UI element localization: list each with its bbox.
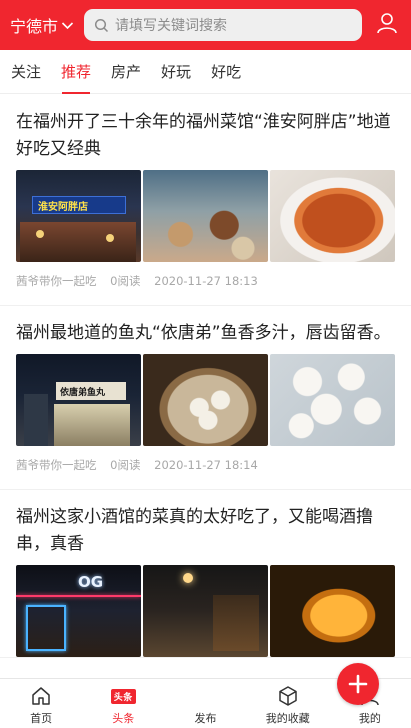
article-meta: 茜爷带你一起吃 0阅读 2020-11-27 18:14 [16, 446, 395, 489]
headlines-badge: 头条 [110, 688, 136, 704]
nav-headlines[interactable]: 头条 头条 [82, 679, 164, 728]
cube-icon [277, 684, 299, 708]
nav-home-label: 首页 [30, 712, 53, 725]
article-title[interactable]: 福州最地道的鱼丸“依唐弟”鱼香多汁，唇齿留香。 [16, 320, 395, 347]
search-placeholder: 请填写关键词搜索 [115, 18, 227, 34]
bar-neon-image[interactable]: OG [16, 565, 141, 657]
storefront-sign-text: 淮安阿胖店 [38, 202, 88, 213]
article-card[interactable]: 福州最地道的鱼丸“依唐弟”鱼香多汁，唇齿留香。 依唐弟鱼丸 茜爷带你一起吃 0阅… [0, 306, 411, 490]
fried-dish-image[interactable] [270, 170, 395, 262]
city-label: 宁德市 [10, 17, 59, 36]
article-feed: 在福州开了三十余年的福州菜馆“淮安阿胖店”地道好吃又经典 淮安阿胖店 茜爷带你一… [0, 95, 411, 678]
article-title[interactable]: 福州这家小酒馆的菜真的太好吃了，又能喝酒撸串，真香 [16, 504, 395, 558]
read-count: 0阅读 [110, 274, 141, 288]
fishball-bowl-image[interactable] [143, 354, 268, 446]
city-selector[interactable]: 宁德市 [0, 13, 84, 37]
bar-neon-sign: OG [78, 573, 104, 591]
fishball-shop-image[interactable]: 依唐弟鱼丸 [16, 354, 141, 446]
user-profile-button[interactable] [362, 0, 411, 50]
nav-publish-label: 发布 [194, 712, 217, 725]
article-thumbnails: 依唐弟鱼丸 [16, 354, 395, 446]
search-icon [94, 18, 109, 33]
publish-time: 2020-11-27 18:13 [154, 274, 258, 288]
article-thumbnails: OG [16, 565, 395, 657]
search-input[interactable]: 请填写关键词搜索 [84, 9, 362, 41]
headlines-icon: 头条 [110, 684, 136, 708]
nav-publish[interactable]: 发布 [164, 663, 380, 728]
tab-fun[interactable]: 好玩 [161, 50, 191, 94]
home-icon [30, 684, 52, 708]
dishes-table-image[interactable] [143, 170, 268, 262]
article-title[interactable]: 在福州开了三十余年的福州菜馆“淮安阿胖店”地道好吃又经典 [16, 109, 395, 163]
article-card[interactable]: 福州这家小酒馆的菜真的太好吃了，又能喝酒撸串，真香 OG [0, 490, 411, 658]
tab-real-estate[interactable]: 房产 [111, 50, 141, 94]
nav-favorites-label: 我的收藏 [265, 712, 310, 725]
top-header: 宁德市 请填写关键词搜索 [0, 0, 411, 50]
article-card[interactable]: 在福州开了三十余年的福州菜馆“淮安阿胖店”地道好吃又经典 淮安阿胖店 茜爷带你一… [0, 95, 411, 306]
bottom-navigation: 首页 头条 头条 发布 我的收藏 我的 [0, 663, 411, 728]
nav-mine-label: 我的 [358, 712, 381, 725]
tab-recommend[interactable]: 推荐 [61, 50, 91, 94]
lamp-image[interactable] [270, 565, 395, 657]
article-thumbnails: 淮安阿胖店 [16, 170, 395, 262]
nav-favorites[interactable]: 我的收藏 [247, 679, 329, 728]
nav-headlines-label: 头条 [112, 712, 135, 725]
restaurant-storefront-image[interactable]: 淮安阿胖店 [16, 170, 141, 262]
chevron-down-icon [61, 19, 74, 32]
shop-sign-text: 依唐弟鱼丸 [60, 388, 106, 398]
nav-home[interactable]: 首页 [0, 679, 82, 728]
category-tabs: 关注 推荐 房产 好玩 好吃 [0, 50, 411, 94]
author-name[interactable]: 茜爷带你一起吃 [16, 458, 97, 472]
fishballs-closeup-image[interactable] [270, 354, 395, 446]
article-meta: 茜爷带你一起吃 0阅读 2020-11-27 18:13 [16, 262, 395, 305]
read-count: 0阅读 [110, 458, 141, 472]
plus-icon [349, 674, 368, 694]
tab-follow[interactable]: 关注 [11, 50, 41, 94]
bar-interior-image[interactable] [143, 565, 268, 657]
publish-time: 2020-11-27 18:14 [154, 458, 258, 472]
user-icon [375, 11, 399, 39]
author-name[interactable]: 茜爷带你一起吃 [16, 274, 97, 288]
tab-food[interactable]: 好吃 [211, 50, 241, 94]
